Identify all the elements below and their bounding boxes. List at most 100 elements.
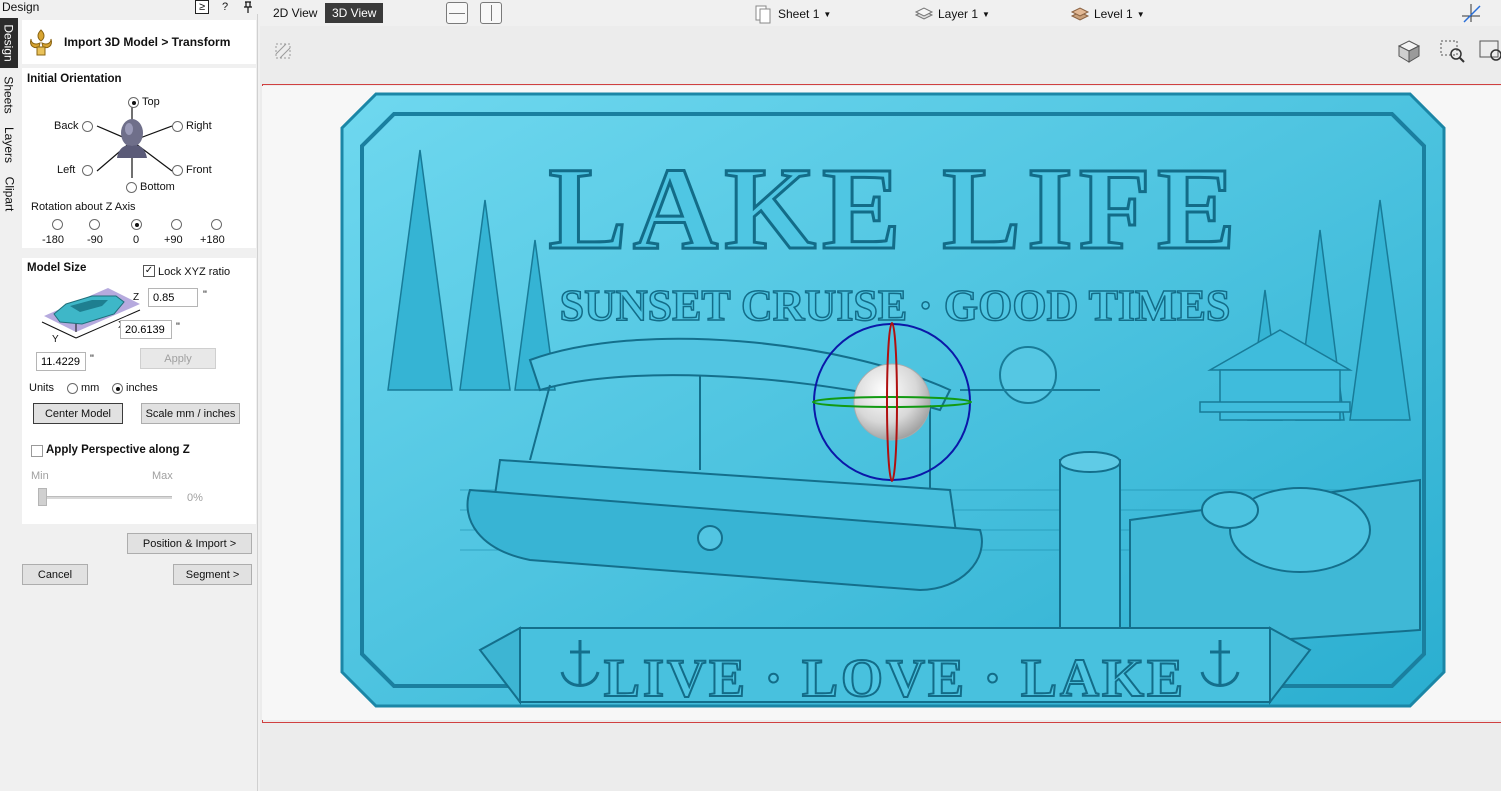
panel-heading: Import 3D Model > Transform [64, 35, 231, 49]
tab-layers-label: Layers [2, 126, 16, 164]
orientation-right-radio[interactable] [172, 121, 183, 132]
sheet-icon [755, 5, 771, 24]
orientation-bottom-label: Bottom [140, 181, 175, 193]
pin-icon[interactable] [241, 0, 255, 14]
tab-clipart-label: Clipart [2, 176, 16, 212]
split-horizontal-icon[interactable] [446, 2, 468, 24]
tab-2d-view[interactable]: 2D View [266, 3, 324, 23]
snap-cursor-icon[interactable] [1458, 2, 1484, 24]
view-toolbar: 2D View 3D View Sheet 1 ▼ Layer 1 ▼ Leve… [260, 0, 1501, 26]
split-vertical-icon[interactable] [480, 2, 502, 24]
z-size-input[interactable] [148, 288, 198, 307]
orientation-front-radio[interactable] [172, 165, 183, 176]
tab-design-label: Design [2, 24, 17, 62]
level-selector[interactable]: Level 1 ▼ [1070, 4, 1145, 24]
y-size-input[interactable] [36, 352, 86, 371]
units-inches-label: inches [126, 382, 158, 394]
job-boundary-top [262, 84, 1501, 85]
position-import-button[interactable]: Position & Import > [127, 533, 252, 554]
z-axis-letter: Z [133, 292, 139, 303]
rotation-plus180-radio[interactable] [211, 219, 222, 230]
orientation-top-label: Top [142, 96, 160, 108]
level-caret-icon: ▼ [1136, 9, 1145, 19]
orientation-back-radio[interactable] [82, 121, 93, 132]
perspective-checkbox[interactable] [31, 445, 43, 457]
tab-layers[interactable]: Layers [0, 122, 18, 168]
orientation-top-radio[interactable] [128, 97, 139, 108]
units-label: Units [29, 382, 55, 394]
job-boundary-bottom [262, 722, 1501, 723]
panel-title-bar: Design ≥ ? [0, 0, 258, 14]
relief-banner-text: LIVE · LOVE · LAKE [604, 648, 1186, 708]
layer-caret-icon: ▼ [982, 9, 990, 19]
panel-header: Import 3D Model > Transform [22, 20, 256, 64]
tab-sheets-label: Sheets [2, 76, 17, 114]
import-3d-model-icon [30, 29, 52, 56]
orientation-left-label: Left [57, 164, 76, 176]
perspective-slider-track[interactable] [38, 496, 172, 499]
rotation-0-label: 0 [133, 234, 140, 246]
help-icon[interactable]: ? [218, 0, 232, 14]
y-axis-letter: Y [52, 334, 59, 344]
rotation-minus180-label: -180 [42, 234, 65, 246]
level-label: Level 1 [1094, 7, 1133, 21]
zoom-box-icon[interactable] [1438, 38, 1466, 64]
sheet-selector[interactable]: Sheet 1 ▼ [754, 4, 831, 24]
orientation-front-label: Front [186, 164, 212, 176]
bust-model-icon [117, 119, 147, 158]
rotation-minus90-radio[interactable] [89, 219, 100, 230]
rotation-minus90-label: -90 [87, 234, 103, 246]
x-size-input[interactable] [120, 320, 172, 339]
orientation-title: Initial Orientation [27, 73, 122, 85]
tab-clipart[interactable]: Clipart [0, 172, 18, 216]
rotation-plus90-label: +90 [164, 234, 183, 246]
3d-viewport[interactable]: T [260, 26, 1501, 791]
rotation-plus180-label: +180 [200, 234, 225, 246]
orientation-left-radio[interactable] [82, 165, 93, 176]
orientation-group: Initial Orientation Top Back Right Left … [22, 68, 256, 248]
view-cube-icon[interactable] [1396, 38, 1422, 64]
transform-gizmo[interactable] [810, 320, 974, 486]
apply-button[interactable]: Apply [140, 348, 216, 369]
center-model-button[interactable]: Center Model [33, 403, 123, 424]
rotation-minus180-radio[interactable] [52, 219, 63, 230]
model-size-group: Model Size ✓ Lock XYZ ratio Z X Y " " " … [22, 258, 256, 442]
perspective-max-label: Max [152, 470, 173, 482]
perspective-slider-thumb[interactable] [38, 488, 47, 506]
units-inches-radio[interactable] [112, 383, 123, 394]
layer-selector[interactable]: Layer 1 ▼ [914, 4, 990, 24]
expand-panel-icon[interactable]: ≥ [195, 0, 209, 14]
rotation-0-radio[interactable] [131, 219, 142, 230]
gizmo-center-sphere[interactable] [853, 363, 931, 441]
orientation-back-label: Back [54, 120, 79, 132]
car-model-icon [53, 295, 125, 325]
sheet-label: Sheet 1 [778, 7, 820, 21]
units-mm-label: mm [81, 382, 100, 394]
tab-3d-view[interactable]: 3D View [325, 3, 384, 23]
lock-xyz-label: Lock XYZ ratio [158, 266, 231, 278]
scale-units-button[interactable]: Scale mm / inches [141, 403, 240, 424]
units-mm-radio[interactable] [67, 383, 78, 394]
sheet-caret-icon: ▼ [823, 9, 832, 19]
layer-icon [914, 7, 934, 20]
zoom-extents-icon[interactable] [1478, 38, 1501, 64]
orientation-bottom-radio[interactable] [126, 182, 137, 193]
x-unit-mark: " [176, 321, 180, 333]
segment-button[interactable]: Segment > [173, 564, 252, 585]
layer-label: Layer 1 [938, 7, 979, 21]
perspective-value: 0% [187, 492, 203, 504]
sunset-sun [999, 346, 1057, 404]
shading-options-icon[interactable] [272, 40, 296, 64]
cancel-button[interactable]: Cancel [22, 564, 88, 585]
design-panel: Import 3D Model > Transform Initial Orie… [18, 14, 258, 791]
perspective-title: Apply Perspective along Z [46, 444, 190, 456]
rotation-plus90-radio[interactable] [171, 219, 182, 230]
y-unit-mark: " [90, 353, 94, 365]
side-tabs: Design Sheets Layers Clipart [0, 14, 18, 791]
model-size-title: Model Size [27, 262, 87, 274]
relief-title-text: LAKE LIFE [548, 143, 1241, 274]
tab-sheets[interactable]: Sheets [0, 72, 18, 118]
orientation-right-label: Right [186, 120, 212, 132]
tab-design[interactable]: Design [0, 18, 18, 68]
perspective-group: Apply Perspective along Z Min Max 0% [22, 438, 256, 524]
